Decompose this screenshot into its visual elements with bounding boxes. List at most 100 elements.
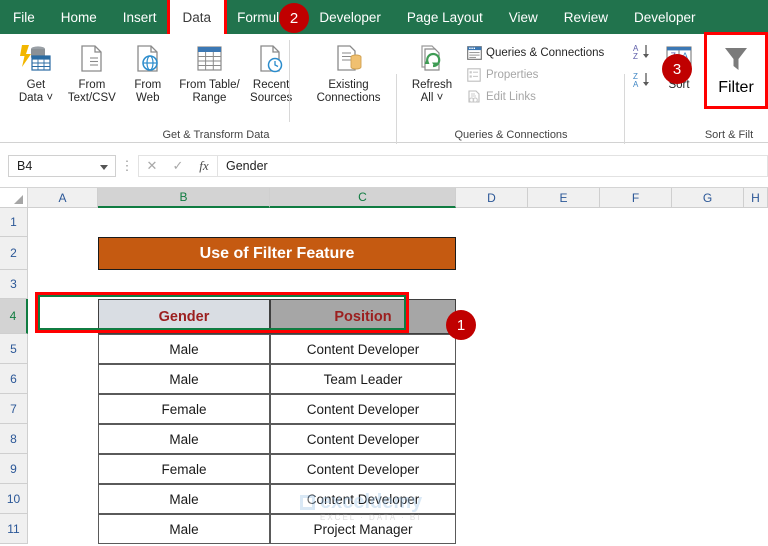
sort-ascending-button[interactable]: A Z <box>632 44 658 64</box>
formula-bar-grip[interactable]: ⋮ <box>116 158 138 174</box>
cell-E7[interactable] <box>528 394 600 424</box>
ribbon-tab-file[interactable]: File <box>0 0 48 34</box>
cell-C6[interactable]: Team Leader <box>270 364 456 394</box>
ribbon-tab-review[interactable]: Review <box>551 0 621 34</box>
cell-A4[interactable] <box>28 299 98 334</box>
select-all-corner[interactable] <box>0 188 28 208</box>
cell-F2[interactable] <box>600 237 672 270</box>
row-header-4[interactable]: 4 <box>0 299 28 334</box>
cell-E2[interactable] <box>528 237 600 270</box>
cell-E3[interactable] <box>528 270 600 299</box>
cell-C3[interactable] <box>270 270 456 299</box>
column-header-G[interactable]: G <box>672 188 744 208</box>
cell-C4[interactable]: Position <box>270 299 456 334</box>
cell-E11[interactable] <box>528 514 600 544</box>
cell-C1[interactable] <box>270 208 456 237</box>
ribbon-tab-view[interactable]: View <box>496 0 551 34</box>
column-header-E[interactable]: E <box>528 188 600 208</box>
cell-B11[interactable]: Male <box>98 514 270 544</box>
cell-H4[interactable] <box>744 299 768 334</box>
column-header-H[interactable]: H <box>744 188 768 208</box>
cell-G6[interactable] <box>672 364 744 394</box>
filter-button[interactable]: Filter <box>704 32 768 109</box>
cell-F8[interactable] <box>600 424 672 454</box>
cell-H6[interactable] <box>744 364 768 394</box>
column-header-B[interactable]: B <box>98 188 270 208</box>
cell-G8[interactable] <box>672 424 744 454</box>
cell-C9[interactable]: Content Developer <box>270 454 456 484</box>
cell-E4[interactable] <box>528 299 600 334</box>
cell-H2[interactable] <box>744 237 768 270</box>
ribbon-tab-home[interactable]: Home <box>48 0 110 34</box>
from-text-csv-button[interactable]: From Text/CSV <box>64 38 120 105</box>
cell-E8[interactable] <box>528 424 600 454</box>
cell-B4[interactable]: Gender <box>98 299 270 334</box>
row-header-8[interactable]: 8 <box>0 424 28 454</box>
cell-H5[interactable] <box>744 334 768 364</box>
ribbon-tab-page-layout[interactable]: Page Layout <box>394 0 496 34</box>
column-header-F[interactable]: F <box>600 188 672 208</box>
cell-F3[interactable] <box>600 270 672 299</box>
name-box[interactable]: B4 <box>8 154 116 177</box>
cell-F6[interactable] <box>600 364 672 394</box>
cell-B7[interactable]: Female <box>98 394 270 424</box>
chevron-down-icon[interactable] <box>100 164 108 170</box>
cell-A6[interactable] <box>28 364 98 394</box>
cell-A9[interactable] <box>28 454 98 484</box>
ribbon-tab-data[interactable]: Data <box>166 0 227 37</box>
cell-C5[interactable]: Content Developer <box>270 334 456 364</box>
column-header-A[interactable]: A <box>28 188 98 208</box>
confirm-entry-button[interactable]: ✓ <box>165 156 191 176</box>
insert-function-button[interactable]: fx <box>191 156 217 176</box>
ribbon-tab-developer[interactable]: Developer <box>306 0 394 34</box>
cell-H8[interactable] <box>744 424 768 454</box>
cell-D9[interactable] <box>456 454 528 484</box>
cell-G5[interactable] <box>672 334 744 364</box>
cell-H1[interactable] <box>744 208 768 237</box>
cell-E10[interactable] <box>528 484 600 514</box>
cell-H3[interactable] <box>744 270 768 299</box>
cell-B3[interactable] <box>98 270 270 299</box>
cell-D2[interactable] <box>456 237 528 270</box>
cell-E9[interactable] <box>528 454 600 484</box>
cell-C7[interactable]: Content Developer <box>270 394 456 424</box>
row-header-6[interactable]: 6 <box>0 364 28 394</box>
cell-F4[interactable] <box>600 299 672 334</box>
cell-H9[interactable] <box>744 454 768 484</box>
cell-D1[interactable] <box>456 208 528 237</box>
existing-connections-button[interactable]: Existing Connections <box>307 38 390 105</box>
cell-G2[interactable] <box>672 237 744 270</box>
ribbon-tab-developer-2[interactable]: Developer <box>621 0 709 34</box>
cell-A5[interactable] <box>28 334 98 364</box>
cell-A8[interactable] <box>28 424 98 454</box>
from-table-range-button[interactable]: From Table/ Range <box>176 38 243 105</box>
cell-E5[interactable] <box>528 334 600 364</box>
cell-D6[interactable] <box>456 364 528 394</box>
from-web-button[interactable]: From Web <box>120 38 176 105</box>
cell-F10[interactable] <box>600 484 672 514</box>
cell-G9[interactable] <box>672 454 744 484</box>
cell-G11[interactable] <box>672 514 744 544</box>
cell-C11[interactable]: Project Manager <box>270 514 456 544</box>
cell-F9[interactable] <box>600 454 672 484</box>
cell-B6[interactable]: Male <box>98 364 270 394</box>
refresh-all-button[interactable]: Refresh All ˅ <box>404 38 460 105</box>
row-header-11[interactable]: 11 <box>0 514 28 544</box>
cell-G1[interactable] <box>672 208 744 237</box>
column-header-D[interactable]: D <box>456 188 528 208</box>
cell-A3[interactable] <box>28 270 98 299</box>
row-header-3[interactable]: 3 <box>0 270 28 299</box>
recent-sources-button[interactable]: Recent Sources <box>243 38 299 105</box>
cell-H7[interactable] <box>744 394 768 424</box>
cell-D10[interactable] <box>456 484 528 514</box>
cell-A10[interactable] <box>28 484 98 514</box>
cell-H11[interactable] <box>744 514 768 544</box>
cell-G4[interactable] <box>672 299 744 334</box>
cell-B8[interactable]: Male <box>98 424 270 454</box>
cell-E6[interactable] <box>528 364 600 394</box>
row-header-2[interactable]: 2 <box>0 237 28 270</box>
cell-G10[interactable] <box>672 484 744 514</box>
cell-H10[interactable] <box>744 484 768 514</box>
cell-F7[interactable] <box>600 394 672 424</box>
row-header-10[interactable]: 10 <box>0 484 28 514</box>
